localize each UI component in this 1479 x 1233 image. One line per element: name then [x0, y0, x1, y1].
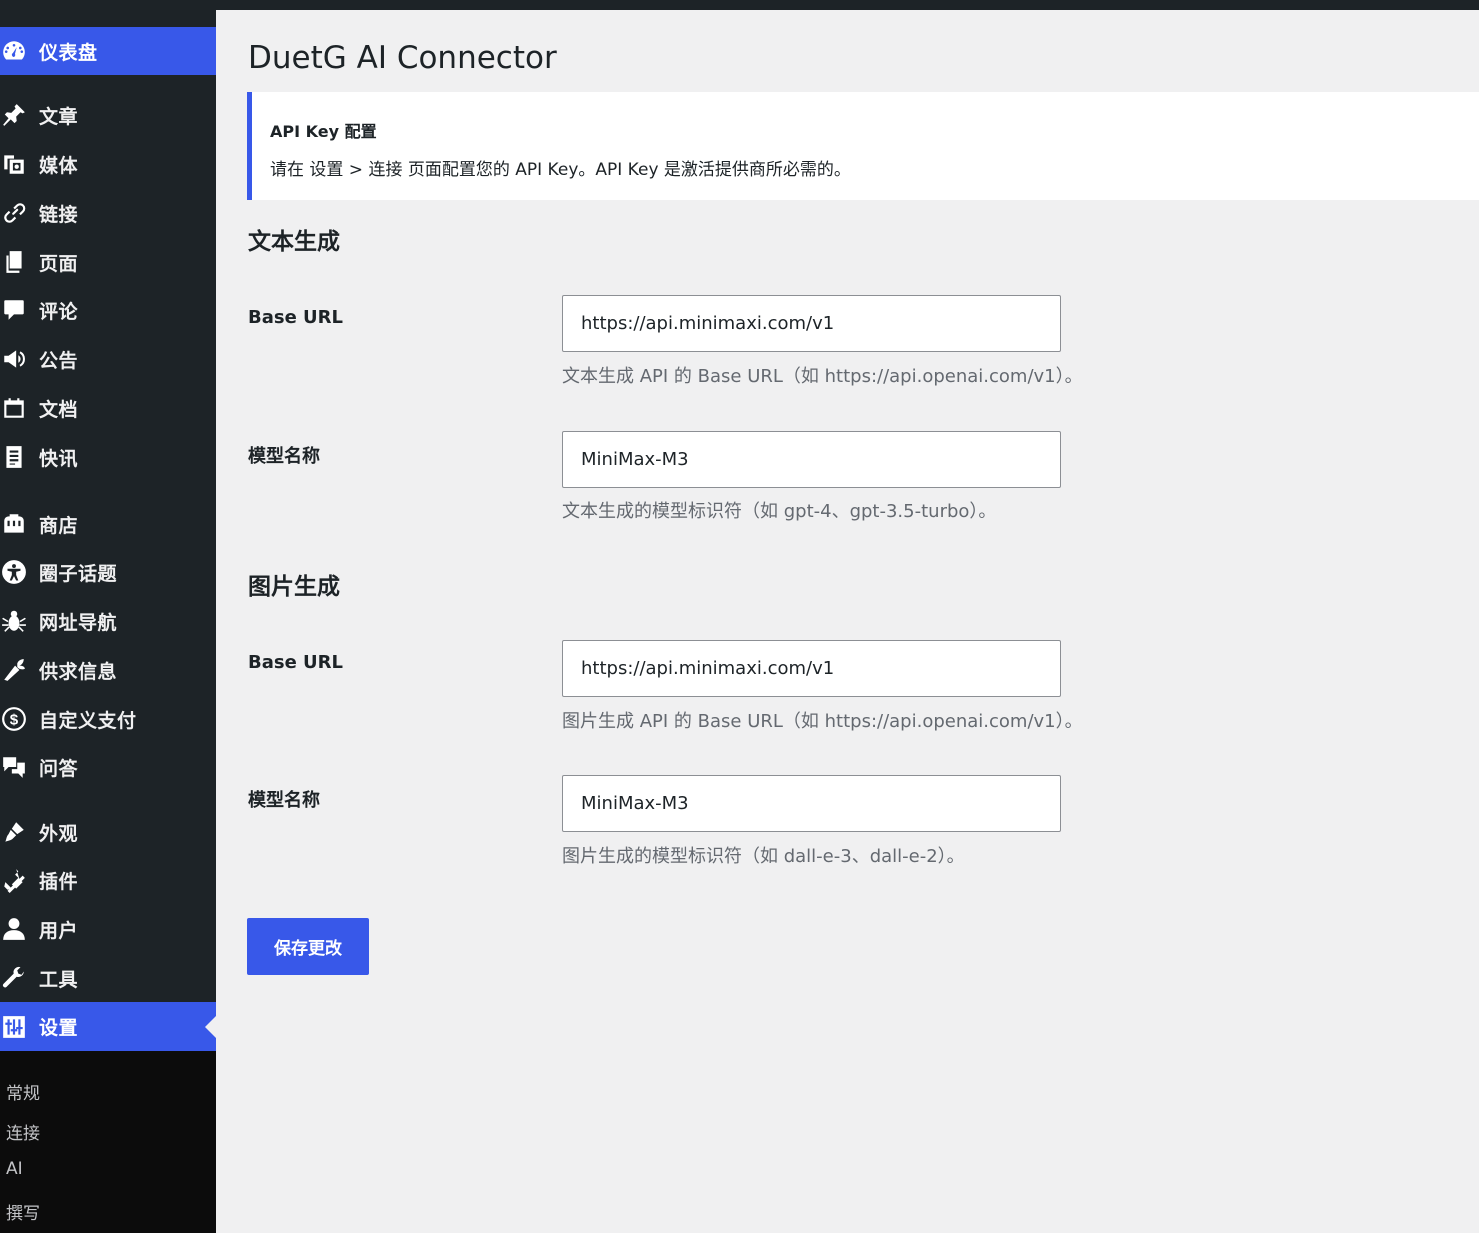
svg-text:W: W [9, 407, 19, 418]
text-model-label: 模型名称 [248, 446, 320, 467]
sidebar-item-plugins[interactable]: 插件 [0, 856, 216, 904]
admin-sidebar: 仪表盘 文章 媒体 链接 页面 评论 公告 W 文档 快讯 商店 圈子话题 网址… [0, 10, 216, 1233]
sidebar-item-announcements[interactable]: 公告 [0, 335, 216, 383]
store-icon [0, 510, 28, 538]
submenu-item-general[interactable]: 常规 [6, 1079, 40, 1104]
sidebar-item-settings[interactable]: 设置 [0, 1002, 216, 1051]
news-icon [0, 443, 28, 471]
notice-text: 请在 设置 > 连接 页面配置您的 API Key。API Key 是激活提供商… [270, 160, 851, 180]
pages-icon [0, 248, 28, 276]
section-title-text-generation: 文本生成 [248, 229, 340, 255]
settings-sliders-icon [0, 1013, 28, 1041]
info-notice: API Key 配置 请在 设置 > 连接 页面配置您的 API Key。API… [247, 92, 1479, 200]
sidebar-item-circle-topics[interactable]: 圈子话题 [0, 548, 216, 596]
sidebar-item-label: 设置 [39, 1017, 79, 1039]
active-menu-caret [205, 1016, 216, 1038]
section-title-image-generation: 图片生成 [248, 574, 340, 600]
image-model-input[interactable] [562, 775, 1061, 832]
universal-access-icon [0, 558, 28, 586]
sidebar-item-label: 自定义支付 [39, 709, 137, 732]
link-icon [0, 199, 28, 227]
sidebar-item-label: 公告 [39, 349, 79, 372]
sidebar-item-label: 评论 [39, 300, 79, 323]
sidebar-item-label: 链接 [39, 203, 79, 226]
brush-icon [0, 818, 28, 846]
image-base-url-description: 图片生成 API 的 Base URL（如 https://api.openai… [562, 711, 1083, 732]
image-model-label: 模型名称 [248, 790, 320, 811]
page-title: DuetG AI Connector [248, 40, 557, 76]
text-model-description: 文本生成的模型标识符（如 gpt-4、gpt-3.5-turbo）。 [562, 501, 997, 522]
sidebar-item-label: 圈子话题 [39, 562, 118, 585]
sidebar-item-label: 商店 [39, 514, 79, 537]
sidebar-item-media[interactable]: 媒体 [0, 140, 216, 188]
sidebar-item-users[interactable]: 用户 [0, 905, 216, 953]
sidebar-item-label: 用户 [39, 919, 79, 942]
dollar-icon: $ [0, 705, 28, 733]
sidebar-item-label: 工具 [39, 968, 79, 991]
media-icon [0, 150, 28, 178]
sidebar-item-label: 文档 [39, 398, 79, 421]
dashboard-icon [0, 37, 28, 65]
carrot-icon [0, 656, 28, 684]
comment-icon [0, 296, 28, 324]
image-base-url-input[interactable] [562, 640, 1061, 697]
settings-submenu: 常规 连接 AI 撰写 [0, 1051, 216, 1233]
submenu-item-ai[interactable]: AI [6, 1159, 23, 1179]
sidebar-item-label: 问答 [39, 757, 79, 780]
sidebar-item-label: 页面 [39, 252, 79, 275]
sidebar-item-links[interactable]: 链接 [0, 189, 216, 237]
sidebar-item-pages[interactable]: 页面 [0, 238, 216, 286]
sidebar-item-label: 网址导航 [39, 611, 118, 634]
submenu-item-writing[interactable]: 撰写 [6, 1199, 40, 1224]
text-base-url-input[interactable] [562, 295, 1061, 352]
bug-icon [0, 607, 28, 635]
user-icon [0, 915, 28, 943]
main-content: DuetG AI Connector API Key 配置 请在 设置 > 连接… [216, 10, 1479, 1233]
save-changes-button[interactable]: 保存更改 [247, 918, 369, 975]
sidebar-item-label: 外观 [39, 822, 79, 845]
sidebar-item-url-navigation[interactable]: 网址导航 [0, 597, 216, 645]
sidebar-item-posts[interactable]: 文章 [0, 91, 216, 139]
text-base-url-description: 文本生成 API 的 Base URL（如 https://api.openai… [562, 366, 1083, 387]
text-model-input[interactable] [562, 431, 1061, 488]
wrench-icon [0, 964, 28, 992]
chat-bubbles-icon [0, 753, 28, 781]
sidebar-item-dashboard[interactable]: 仪表盘 [0, 27, 216, 75]
sidebar-item-store[interactable]: 商店 [0, 500, 216, 548]
sidebar-item-label: 快讯 [39, 447, 79, 470]
sidebar-item-label: 供求信息 [39, 660, 118, 683]
sidebar-item-docs[interactable]: W 文档 [0, 384, 216, 432]
image-base-url-label: Base URL [248, 652, 344, 673]
sidebar-item-label: 媒体 [39, 154, 79, 177]
sidebar-item-label: 插件 [39, 870, 79, 893]
sidebar-item-comments[interactable]: 评论 [0, 286, 216, 334]
pin-icon [0, 101, 28, 129]
notice-title: API Key 配置 [270, 122, 377, 141]
svg-text:$: $ [10, 711, 19, 728]
sidebar-item-label: 文章 [39, 105, 79, 128]
sidebar-item-custom-payment[interactable]: $ 自定义支付 [0, 695, 216, 743]
sidebar-item-appearance[interactable]: 外观 [0, 808, 216, 856]
sidebar-item-news[interactable]: 快讯 [0, 433, 216, 481]
megaphone-icon [0, 345, 28, 373]
text-base-url-label: Base URL [248, 307, 344, 328]
sidebar-item-label: 仪表盘 [39, 41, 98, 64]
sidebar-item-qa[interactable]: 问答 [0, 743, 216, 791]
image-model-description: 图片生成的模型标识符（如 dall-e-3、dall-e-2）。 [562, 846, 965, 867]
docs-icon: W [0, 394, 28, 422]
plug-icon [0, 866, 28, 894]
sidebar-item-tools[interactable]: 工具 [0, 954, 216, 1002]
admin-top-bar [0, 0, 1479, 10]
sidebar-item-supply-demand[interactable]: 供求信息 [0, 646, 216, 694]
submenu-item-connections[interactable]: 连接 [6, 1119, 40, 1144]
